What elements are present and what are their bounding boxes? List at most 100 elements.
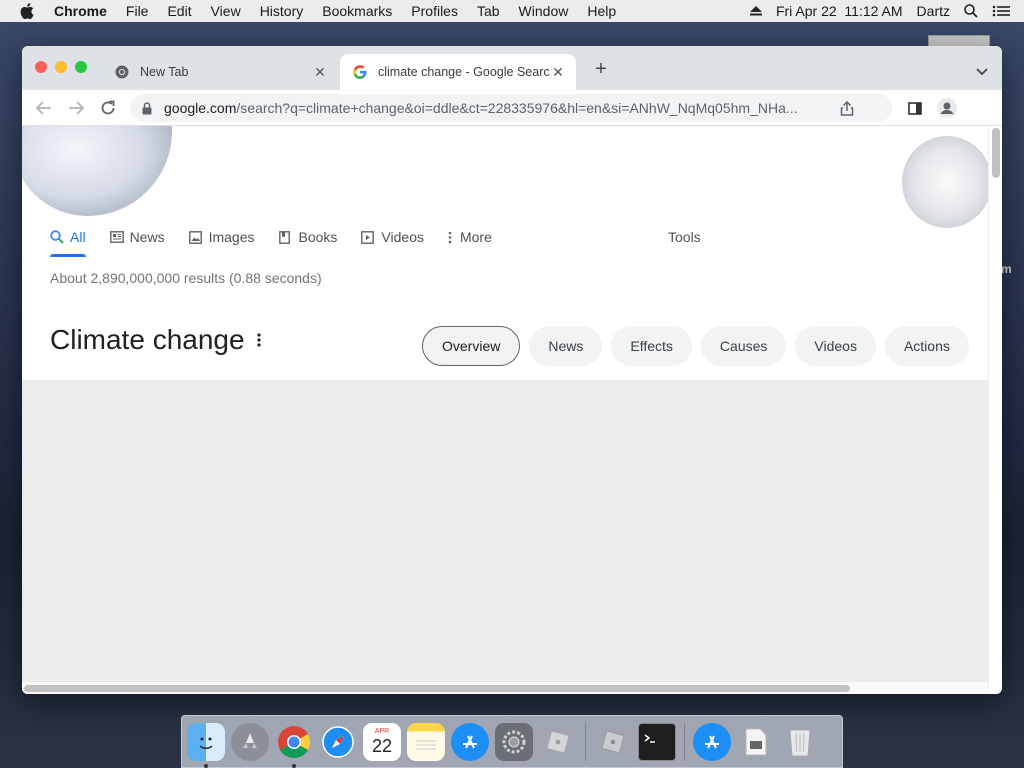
vertical-scroll-thumb[interactable] [992,128,1000,178]
launchpad-icon[interactable] [231,722,269,761]
tab-title: New Tab [140,65,189,79]
google-doodle-image[interactable] [22,126,172,216]
spotlight-search-icon[interactable] [964,4,978,18]
address-bar[interactable]: google.com/search?q=climate+change&oi=dd… [130,94,892,122]
knowledge-panel-header: Climate change [50,324,265,356]
menubar-datetime[interactable]: Fri Apr 22 11:12 AM [776,3,903,19]
side-panel-icon[interactable] [905,98,925,118]
trash-icon[interactable] [781,723,819,761]
chrome-dock-icon[interactable] [275,723,313,768]
horizontal-scroll-thumb[interactable] [24,685,850,692]
menu-bar: Chrome File Edit View History Bookmarks … [0,0,1024,22]
tab-google-search[interactable]: climate change - Google Search ✕ [340,54,576,90]
menu-history[interactable]: History [260,3,304,19]
notes-icon[interactable] [407,722,445,761]
dock: APR 22 [181,715,843,768]
control-center-icon[interactable] [992,5,1010,17]
tab-videos[interactable]: Videos [361,229,424,245]
url-path: /search?q=climate+change&oi=ddle&ct=2283… [236,100,798,116]
close-window-button[interactable] [35,61,47,73]
menu-bookmarks[interactable]: Bookmarks [322,3,392,19]
menu-window[interactable]: Window [519,3,569,19]
menu-app-name[interactable]: Chrome [54,3,107,19]
calendar-icon[interactable]: APR 22 [363,722,401,761]
chip-videos[interactable]: Videos [795,326,876,366]
chip-news[interactable]: News [529,326,603,366]
url-host: google.com [164,100,237,116]
browser-toolbar: google.com/search?q=climate+change&oi=dd… [22,90,1002,126]
tab-all[interactable]: All [50,229,86,245]
profile-avatar-icon[interactable] [937,98,957,118]
menu-file[interactable]: File [126,3,149,19]
url-text[interactable]: google.com/search?q=climate+change&oi=dd… [164,100,828,116]
result-stats: About 2,890,000,000 results (0.88 second… [50,270,322,286]
terminal-icon[interactable] [638,722,676,761]
roblox-icon[interactable] [539,723,577,761]
close-tab-icon[interactable]: ✕ [312,64,328,80]
tab-images[interactable]: Images [188,229,255,245]
menu-profiles[interactable]: Profiles [411,3,458,19]
newspaper-icon [109,230,124,244]
search-tabs: All News Images Books Videos More Tools [50,226,701,248]
tools-button[interactable]: Tools [668,229,701,245]
tab-more-label: More [459,229,492,245]
disk-image-icon[interactable] [737,723,775,761]
app-store-icon[interactable] [451,722,489,761]
knowledge-panel-title: Climate change [50,324,245,355]
roblox-studio-icon[interactable] [594,723,632,761]
app-store-downloads-icon[interactable] [693,722,731,761]
video-play-icon [361,230,375,244]
apple-icon[interactable] [20,3,36,19]
window-controls [35,61,95,73]
tab-more[interactable]: More [448,229,492,245]
menu-view[interactable]: View [211,3,241,19]
zoom-window-button[interactable] [75,61,87,73]
dock-separator [684,722,685,761]
tab-books[interactable]: Books [278,229,338,245]
reload-icon[interactable] [98,98,118,118]
chrome-window: New Tab ✕ climate change - Google Search… [22,46,1002,694]
tab-title: climate change - Google Search [378,65,550,79]
image-icon [188,230,203,244]
google-g-icon [352,64,368,80]
tab-all-label: All [70,229,86,245]
chip-effects[interactable]: Effects [611,326,692,366]
book-icon [278,230,293,244]
back-arrow-icon[interactable] [34,98,54,118]
vertical-scrollbar[interactable] [988,126,1002,694]
menu-help[interactable]: Help [587,3,616,19]
chip-overview[interactable]: Overview [422,326,521,366]
tab-new-tab[interactable]: New Tab ✕ [102,54,338,90]
new-tab-button[interactable]: + [592,59,610,79]
chip-actions[interactable]: Actions [884,326,969,366]
minimize-window-button[interactable] [55,61,67,73]
share-icon[interactable] [840,100,856,116]
menubar-status-area: Fri Apr 22 11:12 AM Dartz [749,0,1024,22]
lock-icon[interactable] [142,101,156,115]
close-tab-icon[interactable]: ✕ [550,64,566,80]
finder-icon[interactable] [187,722,225,768]
system-preferences-icon[interactable] [495,722,533,761]
calendar-month: APR [374,728,390,735]
forward-arrow-icon[interactable] [66,98,86,118]
calendar-day: 22 [371,736,393,756]
tab-books-label: Books [298,229,338,245]
safari-icon[interactable] [319,723,357,761]
tab-search-chevron-icon[interactable] [976,63,988,76]
tab-news[interactable]: News [109,229,165,245]
tab-news-label: News [129,229,165,245]
horizontal-scrollbar[interactable] [22,682,988,694]
eject-icon[interactable] [749,6,762,16]
search-icon [50,230,64,244]
menu-edit[interactable]: Edit [167,3,191,19]
menu-tab[interactable]: Tab [477,3,500,19]
tab-images-label: Images [208,229,255,245]
more-options-icon[interactable] [256,332,265,348]
menubar-user[interactable]: Dartz [917,3,950,19]
tab-strip: New Tab ✕ climate change - Google Search… [22,46,1002,90]
more-vertical-dots-icon [448,230,454,244]
running-indicator [204,763,208,768]
chip-causes[interactable]: Causes [700,326,787,366]
running-indicator [292,763,296,768]
doodle-image-right[interactable] [902,136,988,228]
